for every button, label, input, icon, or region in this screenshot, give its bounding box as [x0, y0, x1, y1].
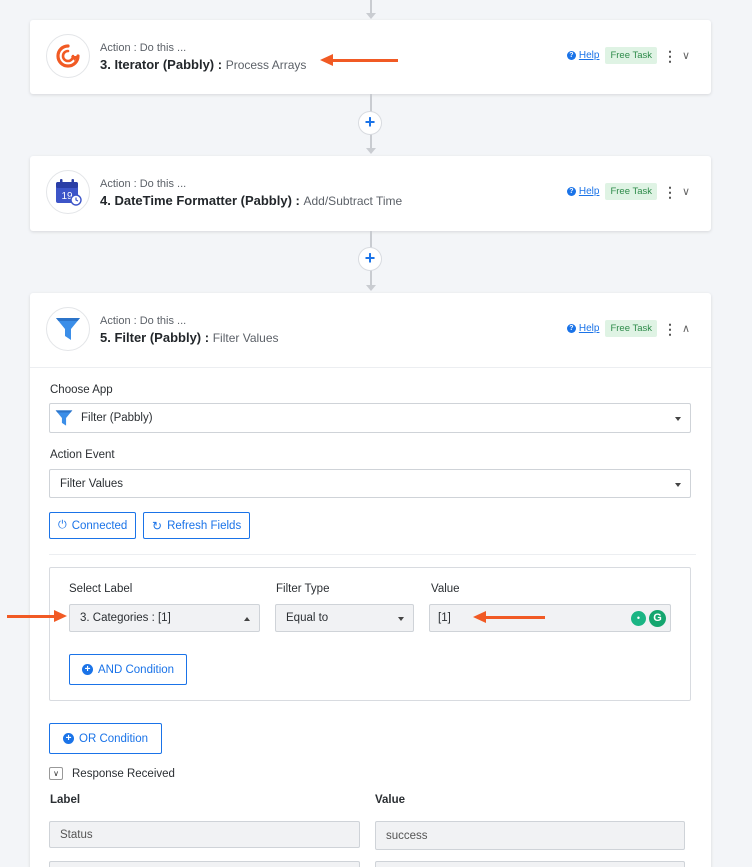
step-subtitle: Action : Do this ... — [100, 315, 187, 327]
response-row-label-text: Status — [60, 828, 93, 841]
add-step-button[interactable]: + — [358, 247, 382, 271]
and-condition-label: AND Condition — [98, 663, 175, 676]
chevron-up-icon[interactable]: ∧ — [679, 322, 693, 335]
help-label: Help — [578, 186, 600, 197]
help-link[interactable]: ? Help — [566, 186, 600, 197]
funnel-icon — [55, 410, 73, 426]
filter-type-dropdown[interactable]: Equal to — [275, 604, 414, 632]
and-condition-button[interactable]: + AND Condition — [69, 654, 188, 685]
caret-down-icon — [398, 617, 404, 621]
step-card-datetime[interactable]: 19 Action : Do this ... 4. DateTime Form… — [30, 156, 711, 231]
kebab-menu-icon[interactable]: ⋮ — [663, 322, 677, 336]
iterator-icon — [46, 34, 90, 78]
response-value-header: Value — [375, 794, 406, 806]
step-header[interactable]: Action : Do this ... 5. Filter (Pabbly) … — [30, 293, 711, 367]
help-icon: ? — [566, 324, 576, 333]
bulb-icon[interactable]: • — [631, 611, 646, 626]
step-header[interactable]: Action : Do this ... 3. Iterator (Pabbly… — [30, 20, 711, 94]
free-task-badge: Free Task — [605, 320, 657, 337]
step-event-name: Process Arrays — [225, 58, 307, 72]
or-condition-button[interactable]: + OR Condition — [49, 723, 163, 754]
help-link[interactable]: ? Help — [566, 323, 600, 334]
filter-type-header: Filter Type — [276, 583, 330, 595]
step-card-iterator[interactable]: Action : Do this ... 3. Iterator (Pabbly… — [30, 20, 711, 94]
action-event-label: Action Event — [50, 449, 115, 461]
step-app-name: 4. DateTime Formatter (Pabbly) : — [100, 193, 300, 208]
connector-arrow — [366, 148, 376, 154]
response-row-value: success — [375, 821, 685, 850]
calendar-icon: 19 — [46, 170, 90, 214]
filter-type-value: Equal to — [286, 612, 329, 624]
response-row-value — [375, 861, 685, 867]
choose-app-label: Choose App — [50, 384, 113, 396]
help-icon: ? — [566, 51, 576, 60]
step-subtitle: Action : Do this ... — [100, 178, 187, 190]
checkbox-chevron-icon[interactable]: ∨ — [49, 767, 63, 780]
plug-icon: ⏻ — [58, 519, 67, 531]
add-step-button[interactable]: + — [358, 111, 382, 135]
response-label-header: Label — [50, 794, 81, 806]
free-task-badge: Free Task — [605, 47, 657, 64]
connector-arrow — [366, 13, 376, 19]
step-title: 4. DateTime Formatter (Pabbly) : Add/Sub… — [100, 193, 402, 208]
action-event-select[interactable]: Filter Values — [49, 469, 691, 498]
value-input[interactable]: [1] • G — [429, 604, 671, 632]
connected-button[interactable]: ⏻ Connected — [49, 512, 137, 539]
grammarly-icon[interactable]: G — [649, 610, 666, 627]
step-app-name: 3. Iterator (Pabbly) : — [100, 57, 223, 72]
plus-icon: + — [63, 733, 74, 744]
annotation-arrow — [7, 610, 67, 622]
kebab-menu-icon[interactable]: ⋮ — [663, 49, 677, 63]
funnel-icon — [46, 307, 90, 351]
response-row-value-text: success — [386, 829, 428, 842]
help-icon: ? — [566, 187, 576, 196]
caret-up-icon — [244, 617, 250, 621]
refresh-fields-label: Refresh Fields — [167, 519, 242, 532]
step-subtitle: Action : Do this ... — [100, 42, 187, 54]
response-toggle[interactable]: ∨ Response Received — [49, 767, 175, 780]
refresh-icon: ↻ — [152, 518, 163, 533]
response-row-label — [49, 861, 360, 867]
response-row-label: Status — [49, 821, 360, 848]
refresh-fields-button[interactable]: ↻ Refresh Fields — [143, 512, 251, 539]
action-event-value: Filter Values — [60, 477, 124, 490]
or-condition-label: OR Condition — [79, 732, 149, 745]
caret-down-icon — [675, 417, 681, 421]
annotation-arrow — [320, 54, 398, 66]
plus-icon: + — [82, 664, 93, 675]
value-header: Value — [431, 583, 460, 595]
select-label-dropdown[interactable]: 3. Categories : [1] — [69, 604, 260, 632]
help-label: Help — [578, 323, 600, 334]
annotation-arrow — [473, 611, 545, 623]
divider — [49, 554, 696, 555]
connector-arrow — [366, 285, 376, 291]
caret-down-icon — [675, 483, 681, 487]
step-header[interactable]: 19 Action : Do this ... 4. DateTime Form… — [30, 156, 711, 230]
help-label: Help — [578, 50, 600, 61]
kebab-menu-icon[interactable]: ⋮ — [663, 185, 677, 199]
step-title: 5. Filter (Pabbly) : Filter Values — [100, 330, 279, 345]
step-event-name: Add/Subtract Time — [303, 194, 403, 208]
choose-app-value: Filter (Pabbly) — [81, 412, 153, 424]
help-link[interactable]: ? Help — [566, 50, 600, 61]
select-label-header: Select Label — [69, 583, 133, 595]
free-task-badge: Free Task — [605, 183, 657, 200]
response-received-label: Response Received — [72, 767, 175, 780]
chevron-down-icon[interactable]: ∨ — [679, 185, 693, 198]
step-event-name: Filter Values — [212, 331, 279, 345]
connector-line — [370, 0, 372, 13]
choose-app-select[interactable]: Filter (Pabbly) — [49, 403, 691, 433]
chevron-down-icon[interactable]: ∨ — [679, 49, 693, 62]
select-label-value: 3. Categories : [1] — [80, 612, 171, 624]
value-input-text: [1] — [438, 612, 451, 624]
step-title: 3. Iterator (Pabbly) : Process Arrays — [100, 57, 306, 72]
step-app-name: 5. Filter (Pabbly) : — [100, 330, 210, 345]
connected-label: Connected — [71, 519, 128, 532]
